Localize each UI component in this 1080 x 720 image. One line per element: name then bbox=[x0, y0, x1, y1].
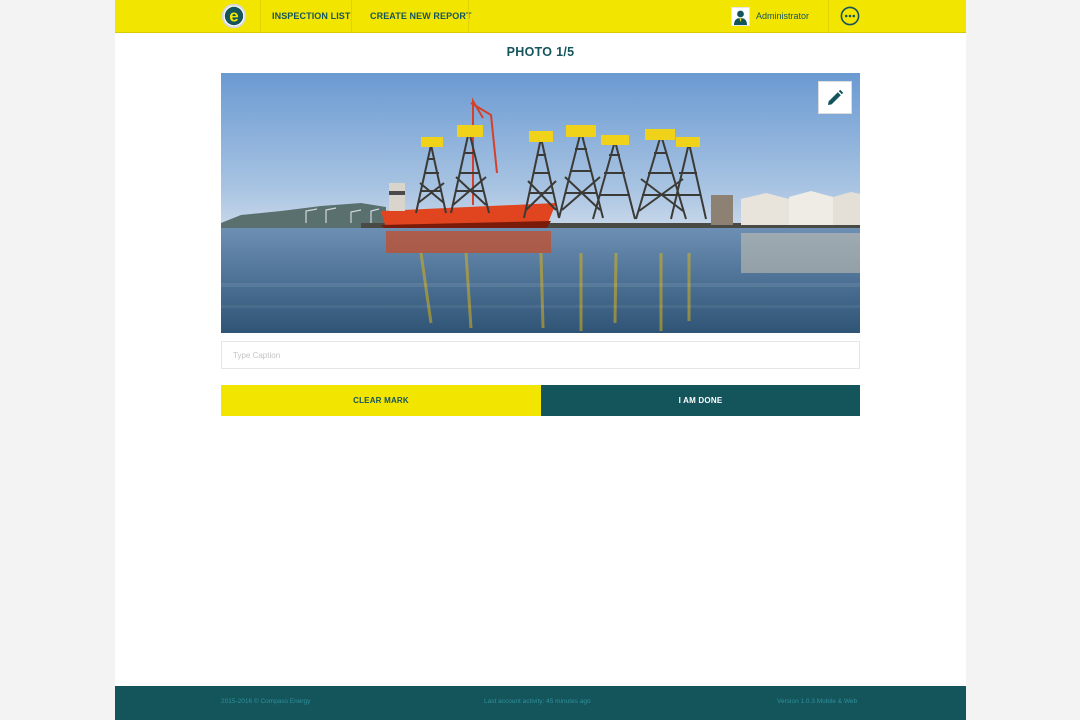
nav-create-new-report[interactable]: CREATE NEW REPORT bbox=[370, 0, 472, 32]
pencil-icon bbox=[828, 89, 844, 105]
user-avatar-icon bbox=[731, 6, 750, 26]
svg-text:e: e bbox=[229, 7, 238, 26]
footer-last-activity: Last account activity: 45 minutes ago bbox=[484, 698, 591, 705]
app-frame: e INSPECTION LIST CREATE NEW REPORT Admi… bbox=[115, 0, 966, 720]
nav-divider bbox=[468, 0, 469, 32]
caption-input[interactable] bbox=[221, 341, 860, 369]
user-menu[interactable]: Administrator bbox=[731, 6, 809, 26]
compass-energy-logo[interactable]: e bbox=[221, 3, 247, 29]
footer-copyright: 2015-2016 © Compass Energy bbox=[221, 698, 311, 705]
nav-inspection-list[interactable]: INSPECTION LIST bbox=[272, 0, 351, 32]
top-navigation-bar: e INSPECTION LIST CREATE NEW REPORT Admi… bbox=[115, 0, 966, 33]
inspection-photo[interactable] bbox=[221, 73, 860, 333]
footer-version: Version 1.0.3 Mobile & Web bbox=[777, 698, 858, 705]
nav-divider bbox=[351, 0, 352, 32]
nav-divider bbox=[828, 0, 829, 32]
page-title: PHOTO 1/5 bbox=[506, 45, 575, 59]
nav-divider bbox=[260, 0, 261, 32]
edit-photo-button[interactable] bbox=[818, 81, 852, 114]
clear-mark-button[interactable]: CLEAR MARK bbox=[221, 385, 541, 416]
harbor-photo-illustration bbox=[221, 73, 860, 333]
footer: 2015-2016 © Compass Energy Last account … bbox=[115, 686, 966, 720]
i-am-done-button[interactable]: I AM DONE bbox=[541, 385, 860, 416]
user-name: Administrator bbox=[756, 11, 810, 21]
more-options-icon[interactable] bbox=[840, 6, 860, 26]
